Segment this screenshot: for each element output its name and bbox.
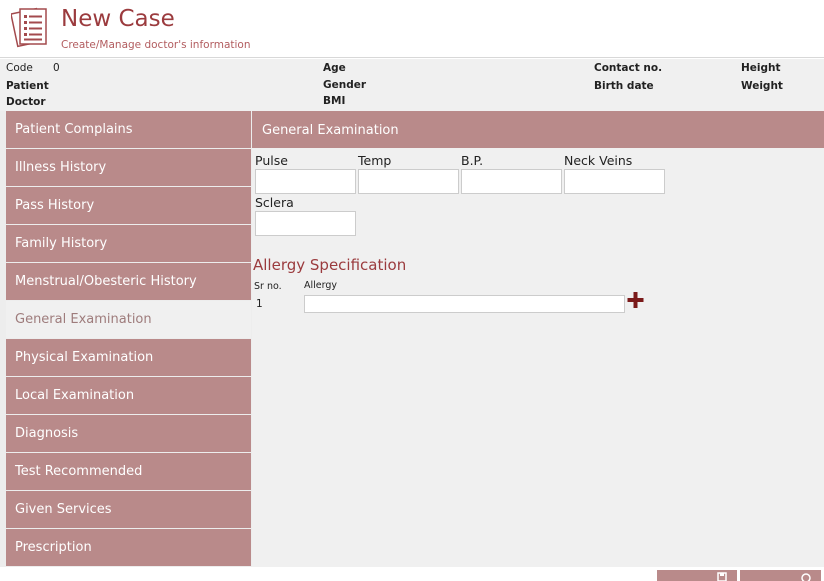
bottom-bar	[0, 567, 824, 581]
allergy-column-header: Allergy	[304, 280, 338, 291]
weight-label: Weight	[741, 80, 783, 92]
document-list-icon	[10, 6, 55, 50]
sidebar-item-test-recommended[interactable]: Test Recommended	[6, 453, 251, 490]
allergy-section-title: Allergy Specification	[253, 256, 407, 274]
neck-veins-label: Neck Veins	[564, 153, 633, 168]
code-value: 0	[53, 62, 60, 74]
sclera-input[interactable]	[255, 211, 356, 236]
section-title: General Examination	[262, 123, 399, 138]
sclera-label: Sclera	[255, 195, 294, 210]
height-label: Height	[741, 62, 781, 74]
sidebar: Patient Complains Illness History Pass H…	[0, 111, 252, 567]
section-header: General Examination	[252, 111, 824, 148]
bp-input[interactable]	[461, 169, 562, 194]
new-case-window: New Case Create/Manage doctor's informat…	[0, 0, 824, 581]
temp-label: Temp	[358, 153, 392, 168]
srno-column-header: Sr no.	[254, 281, 282, 292]
sidebar-item-physical-examination[interactable]: Physical Examination	[6, 339, 251, 376]
allergy-input[interactable]	[304, 295, 625, 313]
sidebar-item-family-history[interactable]: Family History	[6, 225, 251, 262]
birthdate-label: Birth date	[594, 80, 654, 92]
sidebar-item-menstrual-obesteric-history[interactable]: Menstrual/Obesteric History	[6, 263, 251, 300]
pulse-label: Pulse	[255, 153, 288, 168]
search-button[interactable]	[740, 570, 821, 581]
sidebar-item-prescription[interactable]: Prescription	[6, 529, 251, 566]
neck-veins-input[interactable]	[564, 169, 665, 194]
sidebar-item-illness-history[interactable]: Illness History	[6, 149, 251, 186]
temp-input[interactable]	[358, 169, 459, 194]
search-icon	[801, 573, 811, 581]
sidebar-item-diagnosis[interactable]: Diagnosis	[6, 415, 251, 452]
save-icon	[717, 572, 727, 581]
pulse-input[interactable]	[255, 169, 356, 194]
sidebar-item-patient-complains[interactable]: Patient Complains	[6, 111, 251, 148]
page-title: New Case	[61, 6, 175, 32]
bmi-label: BMI	[323, 95, 346, 107]
patient-info-bar: Code 0 Patient Doctor Age Gender BMI Con…	[0, 59, 824, 111]
bp-label: B.P.	[461, 153, 484, 168]
age-label: Age	[323, 62, 346, 74]
plus-icon[interactable]	[626, 290, 646, 310]
sidebar-item-pass-history[interactable]: Pass History	[6, 187, 251, 224]
gender-label: Gender	[323, 79, 367, 91]
page-subtitle: Create/Manage doctor's information	[61, 39, 251, 51]
sidebar-item-local-examination[interactable]: Local Examination	[6, 377, 251, 414]
patient-label: Patient	[6, 80, 49, 92]
code-label: Code	[6, 62, 33, 74]
sidebar-item-given-services[interactable]: Given Services	[6, 491, 251, 528]
save-button[interactable]	[657, 570, 737, 581]
main-panel: General Examination Pulse Temp B.P. Neck…	[252, 111, 824, 567]
sidebar-item-general-examination[interactable]: General Examination	[6, 301, 251, 338]
header: New Case Create/Manage doctor's informat…	[0, 0, 824, 58]
doctor-label: Doctor	[6, 96, 46, 108]
contact-label: Contact no.	[594, 62, 663, 74]
allergy-row-number: 1	[256, 298, 263, 310]
